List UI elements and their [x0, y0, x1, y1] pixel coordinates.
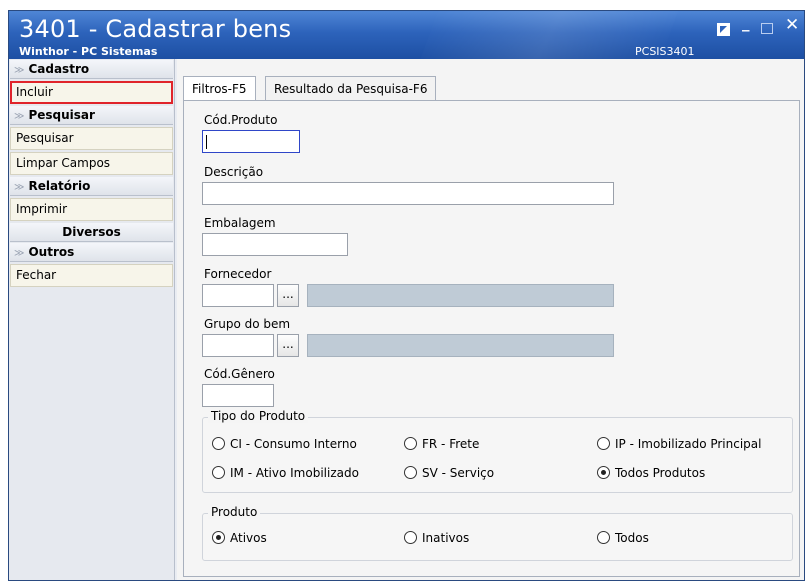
tab-filtros[interactable]: Filtros-F5	[183, 76, 256, 101]
radio-ativos[interactable]: Ativos	[212, 530, 267, 546]
chevron-icon: ≫	[14, 111, 25, 122]
window-title: 3401 - Cadastrar bens	[19, 15, 292, 43]
sidebar-section-label: Cadastro	[28, 62, 90, 76]
radio-todos-produtos[interactable]: Todos Produtos	[597, 465, 705, 481]
sidebar-item-pesquisar[interactable]: Pesquisar	[10, 127, 173, 150]
embalagem-input[interactable]	[202, 233, 348, 256]
descricao-input[interactable]	[202, 182, 614, 205]
grupo-bem-description-field	[307, 334, 614, 357]
radio-circle-icon	[212, 437, 225, 450]
radio-label: FR - Frete	[422, 437, 480, 451]
sidebar-section-diversos[interactable]: Diversos	[10, 223, 173, 242]
chevron-icon: ≫	[14, 182, 25, 193]
radio-label: Inativos	[422, 531, 470, 545]
close-icon[interactable]: ✕	[785, 17, 799, 34]
radio-selected-icon	[212, 531, 225, 544]
radio-label: Ativos	[230, 531, 267, 545]
sidebar-section-label: Pesquisar	[28, 108, 95, 122]
produto-title: Produto	[208, 505, 261, 519]
cod-genero-input[interactable]	[202, 384, 274, 407]
fornecedor-input[interactable]	[202, 284, 274, 307]
radio-selected-icon	[597, 466, 610, 479]
radio-fr-frete[interactable]: FR - Frete	[404, 436, 479, 452]
radio-todos[interactable]: Todos	[597, 530, 649, 546]
radio-ip-imobilizado-principal[interactable]: IP - Imobilizado Principal	[597, 436, 761, 452]
fornecedor-browse-button[interactable]: ...	[277, 284, 299, 307]
window-code: PCSIS3401	[635, 45, 695, 58]
chevron-icon: ≫	[14, 65, 25, 76]
maximize-icon[interactable]	[761, 23, 773, 34]
radio-sv-servico[interactable]: SV - Serviço	[404, 465, 494, 481]
radio-circle-icon	[404, 531, 417, 544]
sidebar-item-imprimir[interactable]: Imprimir	[10, 198, 173, 221]
grupo-bem-label: Grupo do bem	[204, 317, 291, 331]
radio-label: IP - Imobilizado Principal	[615, 437, 762, 451]
main-content: Filtros-F5 Resultado da Pesquisa-F6 Cód.…	[177, 59, 804, 580]
filters-panel: Cód.Produto Descrição Embalagem Forneced…	[183, 100, 800, 577]
tipo-produto-group	[202, 417, 793, 493]
radio-label: SV - Serviço	[422, 466, 495, 480]
radio-circle-icon	[212, 466, 225, 479]
radio-circle-icon	[597, 531, 610, 544]
tab-resultado-pesquisa[interactable]: Resultado da Pesquisa-F6	[265, 76, 437, 101]
radio-label: IM - Ativo Imobilizado	[230, 466, 359, 480]
sidebar-section-label: Outros	[28, 245, 75, 259]
minimize-icon[interactable]: _	[742, 15, 750, 31]
produto-group	[202, 513, 793, 561]
sidebar-section-outros[interactable]: ≫ Outros	[10, 243, 173, 262]
sidebar-item-incluir[interactable]: Incluir	[10, 81, 173, 104]
sidebar: ≫ Cadastro Incluir ≫ Pesquisar Pesquisar L…	[9, 59, 175, 580]
descricao-label: Descrição	[204, 165, 264, 179]
tipo-produto-title: Tipo do Produto	[208, 409, 309, 423]
text-caret	[206, 135, 207, 149]
radio-label: CI - Consumo Interno	[230, 437, 357, 451]
radio-circle-icon	[404, 437, 417, 450]
fornecedor-label: Fornecedor	[204, 267, 272, 281]
sidebar-section-relatorio[interactable]: ≫ Relatório	[10, 177, 173, 196]
sidebar-item-fechar[interactable]: Fechar	[10, 264, 173, 287]
grupo-bem-browse-button[interactable]: ...	[277, 334, 299, 357]
restore-icon[interactable]	[717, 23, 730, 36]
sidebar-section-pesquisar[interactable]: ≫ Pesquisar	[10, 106, 173, 125]
radio-ci-consumo-interno[interactable]: CI - Consumo Interno	[212, 436, 357, 452]
radio-circle-icon	[597, 437, 610, 450]
chevron-icon: ≫	[14, 248, 25, 259]
radio-circle-icon	[404, 466, 417, 479]
radio-inativos[interactable]: Inativos	[404, 530, 469, 546]
sidebar-section-cadastro[interactable]: ≫ Cadastro	[10, 60, 173, 79]
window-subtitle: Winthor - PC Sistemas	[19, 45, 158, 58]
cod-produto-input[interactable]	[202, 130, 300, 153]
cod-genero-label: Cód.Gênero	[204, 367, 275, 381]
radio-im-ativo-imobilizado[interactable]: IM - Ativo Imobilizado	[212, 465, 359, 481]
radio-label: Todos	[615, 531, 649, 545]
embalagem-label: Embalagem	[204, 216, 276, 230]
grupo-bem-input[interactable]	[202, 334, 274, 357]
fornecedor-description-field	[307, 284, 614, 307]
cod-produto-label: Cód.Produto	[204, 113, 278, 127]
sidebar-item-limpar-campos[interactable]: Limpar Campos	[10, 152, 173, 175]
app-window: 3401 - Cadastrar bens Winthor - PC Siste…	[8, 10, 805, 581]
title-bar[interactable]: 3401 - Cadastrar bens Winthor - PC Siste…	[9, 11, 804, 59]
sidebar-section-label: Relatório	[28, 179, 91, 193]
radio-label: Todos Produtos	[615, 466, 706, 480]
